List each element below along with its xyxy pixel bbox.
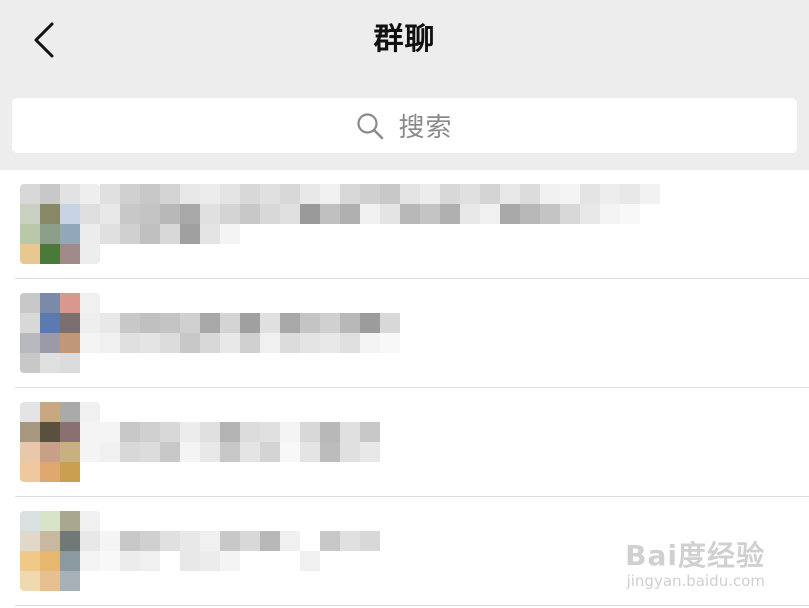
group-chat-item[interactable]: [0, 170, 809, 279]
page-title: 群聊: [373, 22, 436, 57]
obscured-group-name: [100, 293, 420, 313]
search-input[interactable]: 搜索: [12, 98, 797, 153]
group-chat-item[interactable]: [0, 497, 809, 606]
obscured-group-name: [100, 422, 400, 442]
group-avatar: [20, 511, 100, 591]
group-chat-item[interactable]: [0, 388, 809, 497]
group-avatar: [20, 402, 100, 482]
group-avatar: [20, 184, 100, 264]
obscured-group-name: [100, 531, 400, 551]
obscured-group-name: [100, 442, 400, 462]
group-chat-list: [0, 170, 809, 608]
obscured-group-name: [100, 402, 400, 422]
obscured-group-name: [100, 204, 700, 224]
list-divider: [15, 605, 809, 606]
group-chat-item[interactable]: [0, 279, 809, 388]
search-bar: 搜索: [0, 82, 809, 170]
search-placeholder: 搜索: [398, 113, 453, 143]
obscured-group-name: [100, 551, 400, 571]
obscured-group-name: [100, 313, 420, 333]
group-avatar: [20, 293, 100, 373]
search-icon: [357, 112, 384, 139]
obscured-group-name: [100, 224, 700, 244]
group-chat-screen: 群聊 搜索 Bai度经验 jingyan.baidu.com: [0, 0, 809, 608]
navigation-bar: 群聊: [0, 0, 809, 82]
obscured-group-name: [100, 184, 700, 204]
obscured-group-name: [100, 333, 420, 353]
obscured-group-name: [100, 511, 400, 531]
